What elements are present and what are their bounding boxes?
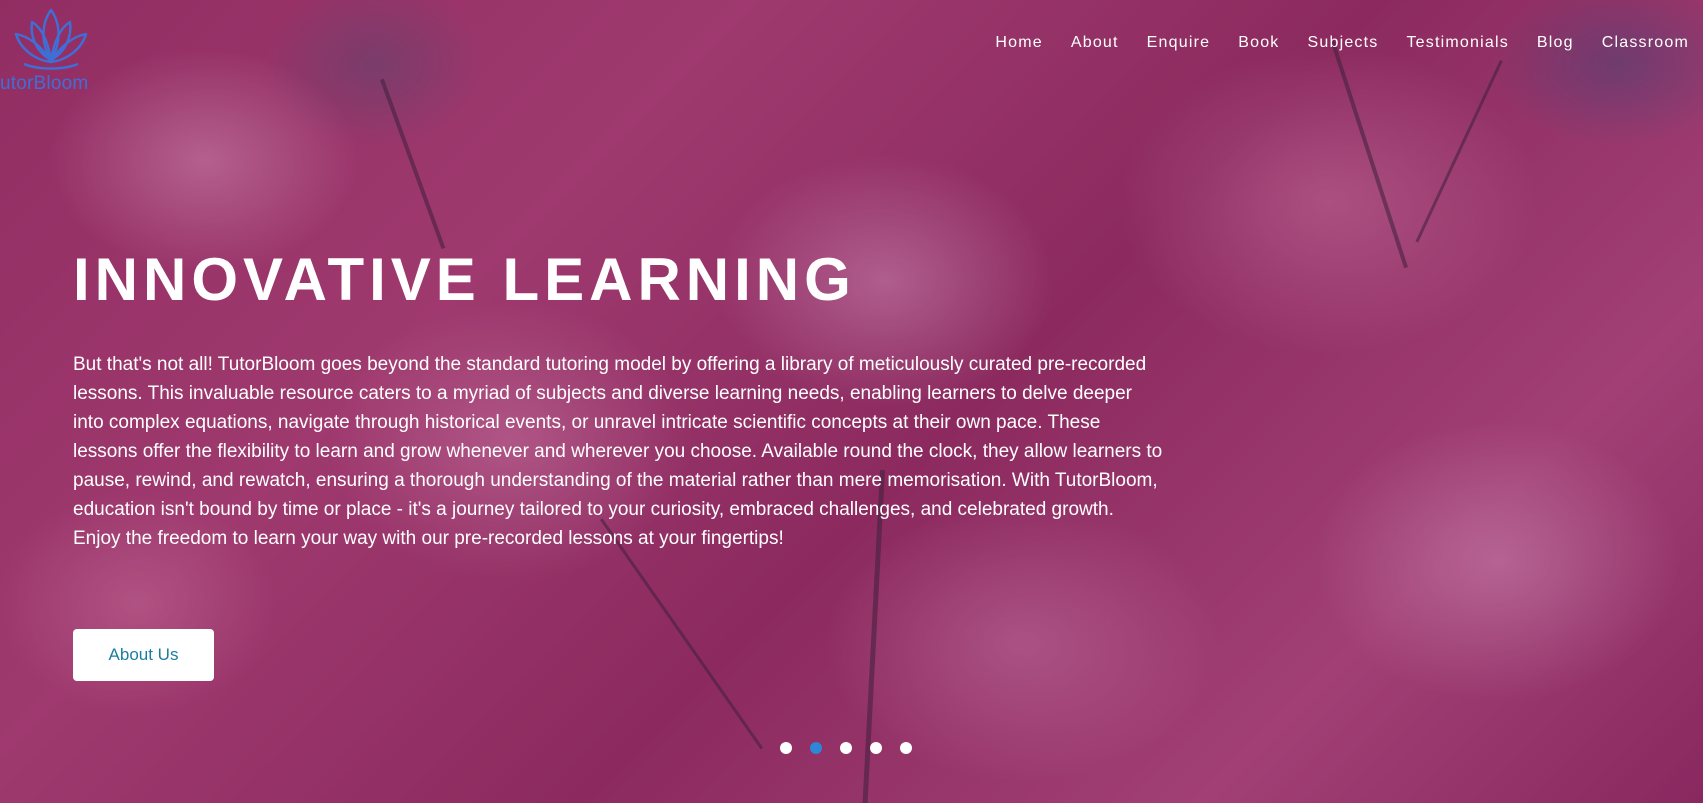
carousel-dot[interactable] xyxy=(900,742,912,754)
logo[interactable]: utorBloom xyxy=(0,4,110,94)
nav-item-enquire[interactable]: Enquire xyxy=(1133,33,1225,53)
nav-item-about[interactable]: About xyxy=(1057,33,1133,53)
hero-headline: INNOVATIVE LEARNING xyxy=(73,246,856,313)
carousel-dot[interactable] xyxy=(840,742,852,754)
hero-description: But that's not all! TutorBloom goes beyo… xyxy=(73,354,1163,549)
nav-item-home[interactable]: Home xyxy=(981,33,1056,53)
nav-item-book[interactable]: Book xyxy=(1224,33,1293,53)
carousel-dot-active[interactable] xyxy=(810,742,822,754)
carousel-indicators xyxy=(780,742,912,754)
main-nav: Home About Enquire Book Subjects Testimo… xyxy=(981,33,1703,53)
lotus-icon xyxy=(14,8,88,70)
carousel-dot[interactable] xyxy=(870,742,882,754)
nav-item-testimonials[interactable]: Testimonials xyxy=(1392,33,1522,53)
carousel-dot[interactable] xyxy=(780,742,792,754)
logo-text: utorBloom xyxy=(0,73,89,94)
about-us-button[interactable]: About Us xyxy=(73,629,214,681)
nav-item-subjects[interactable]: Subjects xyxy=(1294,33,1393,53)
nav-item-classroom[interactable]: Classroom xyxy=(1588,33,1703,53)
hero-banner: utorBloom Home About Enquire Book Subjec… xyxy=(0,0,1703,803)
nav-item-blog[interactable]: Blog xyxy=(1523,33,1588,53)
